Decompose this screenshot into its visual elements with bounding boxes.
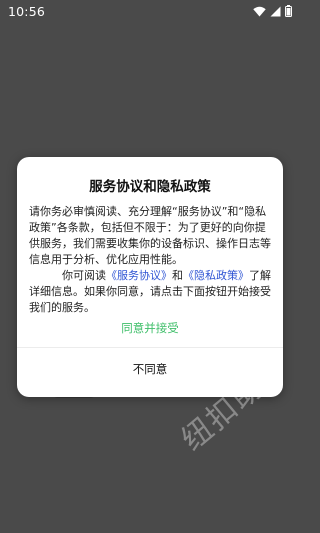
dialog-body: 请你务必审慎阅读、充分理解“服务协议”和“隐私政策”各条款，包括但不限于：为了更… <box>29 204 273 316</box>
and-text: 和 <box>172 269 183 282</box>
dialog-paragraph-2: 你可阅读《服务协议》和《隐私政策》了解详细信息。如果你同意，请点击下面按钮开始接… <box>29 268 273 316</box>
wifi-icon <box>253 6 266 20</box>
status-icons <box>253 5 292 20</box>
dialog-title: 服务协议和隐私政策 <box>89 179 211 195</box>
privacy-dialog: 服务协议和隐私政策 请你务必审慎阅读、充分理解“服务协议”和“隐私政策”各条款，… <box>17 157 283 397</box>
paragraph-2-prefix: 你可阅读 <box>62 269 106 282</box>
dialog-paragraph-1: 请你务必审慎阅读、充分理解“服务协议”和“隐私政策”各条款，包括但不限于：为了更… <box>29 205 271 266</box>
signal-icon <box>270 6 281 20</box>
status-time: 10:56 <box>8 4 46 19</box>
dialog-divider <box>17 347 283 348</box>
agree-button[interactable]: 同意并接受 <box>17 317 283 339</box>
battery-icon <box>285 5 292 20</box>
service-agreement-link[interactable]: 《服务协议》 <box>106 269 172 282</box>
status-bar: 10:56 <box>0 0 300 24</box>
privacy-policy-link[interactable]: 《隐私政策》 <box>183 269 249 282</box>
